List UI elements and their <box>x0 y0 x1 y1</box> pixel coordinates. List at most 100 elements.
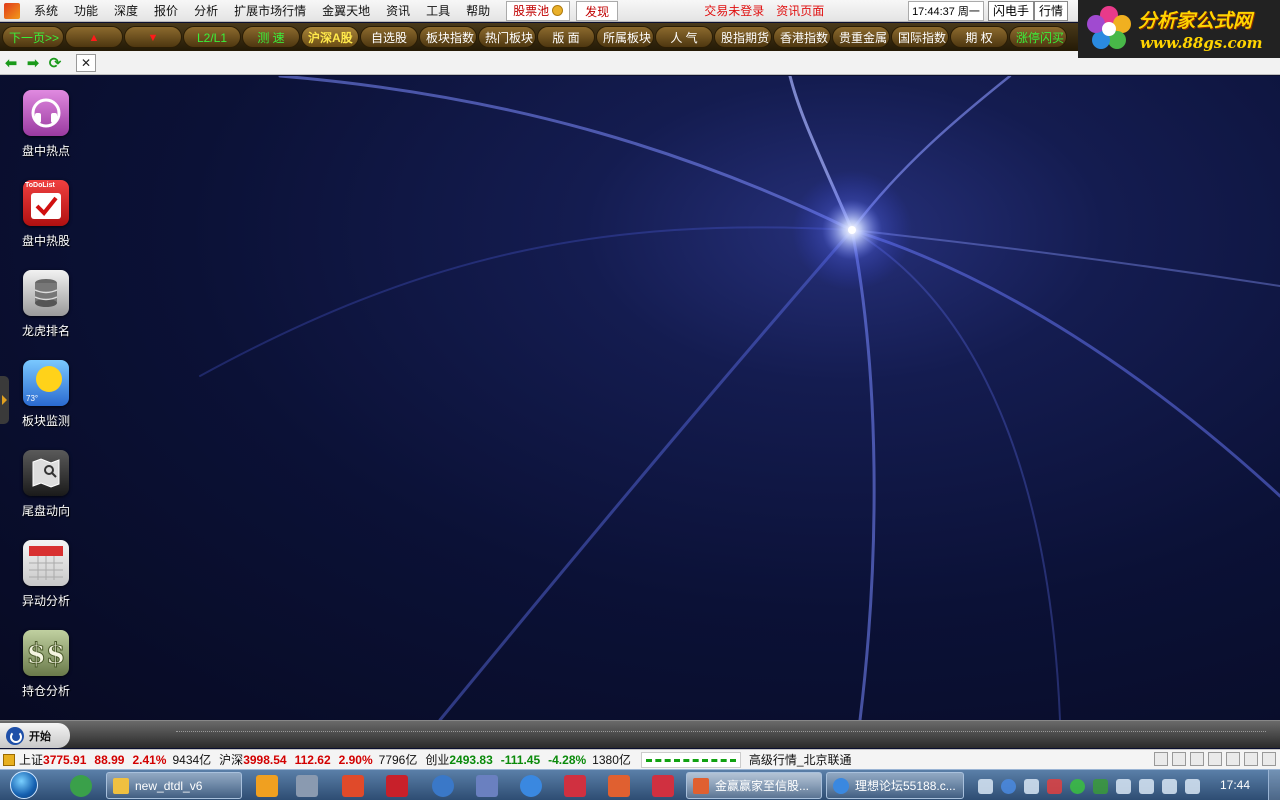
tab-scroll-down[interactable]: ▼ <box>124 26 182 48</box>
flash-trade-button[interactable]: 闪电手 <box>988 1 1035 21</box>
shield-icon[interactable] <box>1093 778 1108 794</box>
menu-jinyi[interactable]: 金翼天地 <box>314 0 378 22</box>
logo-url: www.88gs.com <box>1140 34 1263 52</box>
back-icon[interactable]: ⬅ <box>2 54 20 72</box>
help-icon[interactable] <box>1208 752 1222 766</box>
tab-watchlist[interactable]: 自选股 <box>360 26 418 48</box>
network-icon[interactable] <box>476 775 498 797</box>
tab-precious-metals[interactable]: 贵重金属 <box>832 26 890 48</box>
sh-index-volume: 9434亿 <box>172 753 212 767</box>
menu-tools[interactable]: 工具 <box>418 0 458 22</box>
tab-belonging-sector[interactable]: 所属板块 <box>596 26 654 48</box>
stock-pool-button[interactable]: 股票池 <box>506 0 571 21</box>
tab-speed-test[interactable]: 测 速 <box>242 26 300 48</box>
speaker-muted-icon[interactable] <box>1139 778 1154 794</box>
menu-news[interactable]: 资讯 <box>378 0 418 22</box>
tab-popularity[interactable]: 人 气 <box>655 26 713 48</box>
forward-icon[interactable]: ➡ <box>24 54 42 72</box>
light-rays-wallpaper <box>199 76 1280 720</box>
logo-title: 分析家公式网 <box>1138 10 1253 32</box>
browser-2-icon[interactable] <box>520 775 542 797</box>
menu-help[interactable]: 帮助 <box>458 0 498 22</box>
menu-analysis[interactable]: 分析 <box>186 0 226 22</box>
help-tray-icon[interactable] <box>1001 778 1016 794</box>
tab-level[interactable]: L2/L1 <box>183 26 241 48</box>
keyboard-icon[interactable] <box>978 778 993 794</box>
app-launcher-icon[interactable] <box>342 775 364 797</box>
wifi-signal-icon[interactable] <box>1185 778 1200 794</box>
ie-icon[interactable] <box>70 775 92 797</box>
trading-task-icon <box>693 777 709 794</box>
menu-function[interactable]: 功能 <box>66 0 106 22</box>
tab-hk-index[interactable]: 香港指数 <box>773 26 831 48</box>
hs-index-pct: 2.90% <box>338 752 373 767</box>
close-icon[interactable]: ✕ <box>76 53 96 72</box>
desktop-icon-position-analysis[interactable]: $$ 持仓分析 <box>10 630 82 699</box>
sh-index-value: 3775.91 <box>43 752 87 767</box>
pin-icon[interactable] <box>1244 752 1258 766</box>
refresh-icon[interactable]: ⟳ <box>46 54 64 72</box>
trading-app-2-icon[interactable] <box>652 775 674 797</box>
computer-icon[interactable] <box>296 775 318 797</box>
trading-app-icon[interactable] <box>564 775 586 797</box>
menu-quote[interactable]: 报价 <box>146 0 186 22</box>
discover-button[interactable]: 发现 <box>576 0 619 21</box>
tab-hs-a-shares[interactable]: 沪深A股 <box>301 26 359 48</box>
security-icon[interactable] <box>1070 778 1085 794</box>
tray-app-icon[interactable] <box>1047 778 1062 794</box>
show-desktop-button[interactable] <box>1268 770 1280 800</box>
quotes-button[interactable]: 行情 <box>1034 1 1069 21</box>
panel-icon[interactable] <box>1190 752 1204 766</box>
desktop-icon-intraday-hotspots[interactable]: 盘中热点 <box>10 90 82 159</box>
weather-icon: 73° <box>23 360 69 406</box>
taskbar-task-forum[interactable]: 理想论坛55188.c... <box>826 772 964 799</box>
tab-limit-up-buy[interactable]: 涨停闪买 <box>1009 26 1067 48</box>
desktop-icon-closing-trend[interactable]: 尾盘动向 <box>10 450 82 519</box>
menu-icon[interactable] <box>1262 752 1276 766</box>
desktop-icon-dragon-tiger-ranking[interactable]: 龙虎排名 <box>10 270 82 339</box>
device-icon[interactable] <box>1116 778 1131 794</box>
browser-icon[interactable] <box>432 775 454 797</box>
tab-hot-sectors[interactable]: 热门板块 <box>478 26 536 48</box>
windows-start-button[interactable] <box>4 770 44 800</box>
clock-display: 17:44:37 周一 <box>908 1 984 21</box>
app-icon[interactable] <box>4 2 20 19</box>
desktop-icon-anomaly-analysis[interactable]: 异动分析 <box>10 540 82 609</box>
taskbar-task-folder[interactable]: new_dtdl_v6 <box>106 772 242 799</box>
media-player-icon[interactable] <box>256 775 278 797</box>
cy-index-name: 创业 <box>425 753 450 767</box>
sync-icon[interactable] <box>1154 752 1168 766</box>
tab-sector-index[interactable]: 板块指数 <box>419 26 477 48</box>
trade-status-link[interactable]: 交易未登录 <box>704 2 764 19</box>
news-page-link[interactable]: 资讯页面 <box>776 2 824 19</box>
todo-badge: ToDoList <box>25 182 55 189</box>
data-feed-status[interactable]: 高级行情_北京联通 <box>749 751 852 768</box>
tab-intl-index[interactable]: 国际指数 <box>891 26 949 48</box>
system-clock[interactable]: 17:44 <box>1220 778 1250 792</box>
headphones-icon <box>23 90 69 136</box>
menu-system[interactable]: 系统 <box>26 0 66 22</box>
menu-extended-market[interactable]: 扩展市场行情 <box>226 0 314 22</box>
side-panel-handle[interactable] <box>0 376 9 424</box>
desktop-icon-sector-monitor[interactable]: 73° 板块监测 <box>10 360 82 429</box>
volume-icon[interactable] <box>1162 778 1177 794</box>
desktop-icon-intraday-hot-stocks[interactable]: ToDoList 盘中热股 <box>10 180 82 249</box>
chart-app-icon[interactable] <box>608 775 630 797</box>
tab-layout[interactable]: 版 面 <box>537 26 595 48</box>
app-start-button[interactable]: 开始 <box>0 723 70 748</box>
stock-app-icon[interactable] <box>386 775 408 797</box>
window-icon[interactable] <box>1172 752 1186 766</box>
weather-badge: 73° <box>26 394 39 403</box>
tab-options[interactable]: 期 权 <box>950 26 1008 48</box>
tab-next-page[interactable]: 下一页>> <box>2 26 64 48</box>
tab-index-futures[interactable]: 股指期货 <box>714 26 772 48</box>
tab-scroll-up[interactable]: ▲ <box>65 26 123 48</box>
signal-icon[interactable] <box>1226 752 1240 766</box>
connection-meter <box>640 751 741 768</box>
ticker-icon[interactable] <box>3 753 15 766</box>
menu-depth[interactable]: 深度 <box>106 0 146 22</box>
map-icon <box>23 450 69 496</box>
taskbar-task-trading[interactable]: 金赢赢家至信股... <box>686 772 822 799</box>
svg-text:$$: $$ <box>27 637 66 670</box>
display-icon[interactable] <box>1024 778 1039 794</box>
